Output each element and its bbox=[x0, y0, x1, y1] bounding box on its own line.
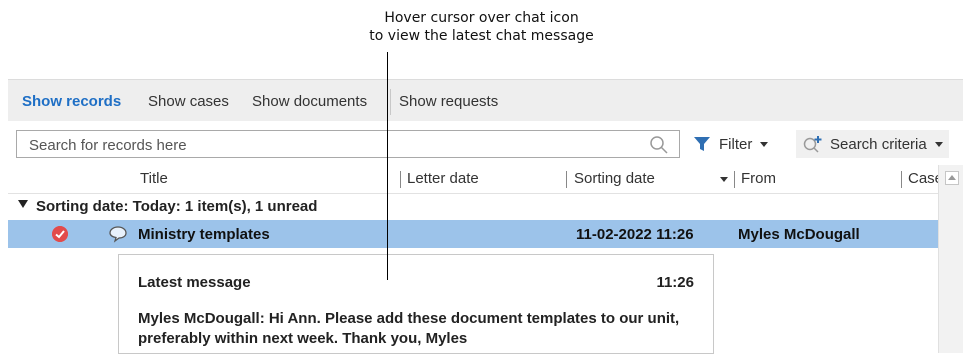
chat-icon[interactable] bbox=[108, 225, 128, 243]
chat-tooltip: Latest message 11:26 Myles McDougall: Hi… bbox=[118, 254, 714, 354]
tab-show-records[interactable]: Show records bbox=[22, 93, 121, 110]
filter-caret-icon bbox=[760, 141, 769, 147]
tooltip-message-line-1: Myles McDougall: Hi Ann. Please add thes… bbox=[138, 310, 680, 327]
table-row[interactable]: Ministry templates 11-02-2022 11:26 Myle… bbox=[8, 220, 938, 248]
tab-show-documents[interactable]: Show documents bbox=[252, 93, 367, 110]
tooltip-message: Myles McDougall: Hi Ann. Please add thes… bbox=[138, 309, 698, 349]
tooltip-message-line-2: preferably within next week. Thank you, … bbox=[138, 330, 468, 347]
add-search-icon bbox=[803, 136, 822, 153]
column-separator[interactable] bbox=[734, 171, 735, 188]
column-from[interactable]: From bbox=[741, 170, 776, 187]
column-case[interactable]: Case bbox=[908, 170, 938, 187]
group-label: Sorting date: Today: 1 item(s), 1 unread bbox=[36, 198, 318, 215]
search-box[interactable] bbox=[16, 130, 680, 159]
column-sorting-date[interactable]: Sorting date bbox=[574, 170, 655, 187]
toolbar: Filter Search criteria bbox=[8, 121, 963, 165]
tooltip-time: 11:26 bbox=[656, 274, 694, 291]
records-app: Show records Show cases Show documents S… bbox=[8, 79, 963, 354]
search-input[interactable] bbox=[27, 131, 631, 159]
search-criteria-button[interactable]: Search criteria bbox=[796, 130, 949, 158]
column-separator[interactable] bbox=[400, 171, 401, 188]
filter-icon bbox=[694, 137, 710, 151]
filter-label: Filter bbox=[719, 135, 753, 153]
tab-show-cases[interactable]: Show cases bbox=[148, 93, 229, 110]
vertical-scrollbar[interactable] bbox=[938, 165, 963, 353]
group-header-row[interactable]: Sorting date: Today: 1 item(s), 1 unread bbox=[8, 194, 938, 219]
collapse-arrow-icon[interactable] bbox=[18, 200, 28, 208]
sort-caret-icon[interactable] bbox=[720, 177, 728, 182]
column-separator[interactable] bbox=[566, 171, 567, 188]
tab-bar: Show records Show cases Show documents S… bbox=[8, 79, 963, 122]
tab-show-requests[interactable]: Show requests bbox=[399, 93, 498, 110]
annotation-line-1: Hover cursor over chat icon bbox=[384, 10, 579, 26]
search-criteria-label: Search criteria bbox=[830, 135, 927, 153]
search-criteria-caret-icon bbox=[934, 141, 943, 147]
column-letter-date[interactable]: Letter date bbox=[407, 170, 479, 187]
tab-separator bbox=[390, 89, 391, 115]
annotation: Hover cursor over chat icon to view the … bbox=[0, 9, 963, 45]
tooltip-title: Latest message bbox=[138, 274, 251, 291]
search-icon[interactable] bbox=[649, 135, 669, 155]
annotation-line-2: to view the latest chat message bbox=[369, 28, 594, 44]
column-separator[interactable] bbox=[901, 171, 902, 188]
record-title: Ministry templates bbox=[138, 226, 270, 243]
column-title[interactable]: Title bbox=[140, 170, 168, 187]
record-from: Myles McDougall bbox=[738, 226, 860, 243]
filter-button[interactable]: Filter bbox=[693, 130, 769, 158]
scroll-up-arrow-icon[interactable] bbox=[945, 171, 959, 185]
annotation-pointer-line bbox=[387, 52, 388, 280]
check-icon bbox=[52, 226, 68, 242]
grid-header: Title Letter date Sorting date From Case bbox=[8, 165, 938, 194]
record-sorting-date: 11-02-2022 11:26 bbox=[576, 226, 694, 243]
